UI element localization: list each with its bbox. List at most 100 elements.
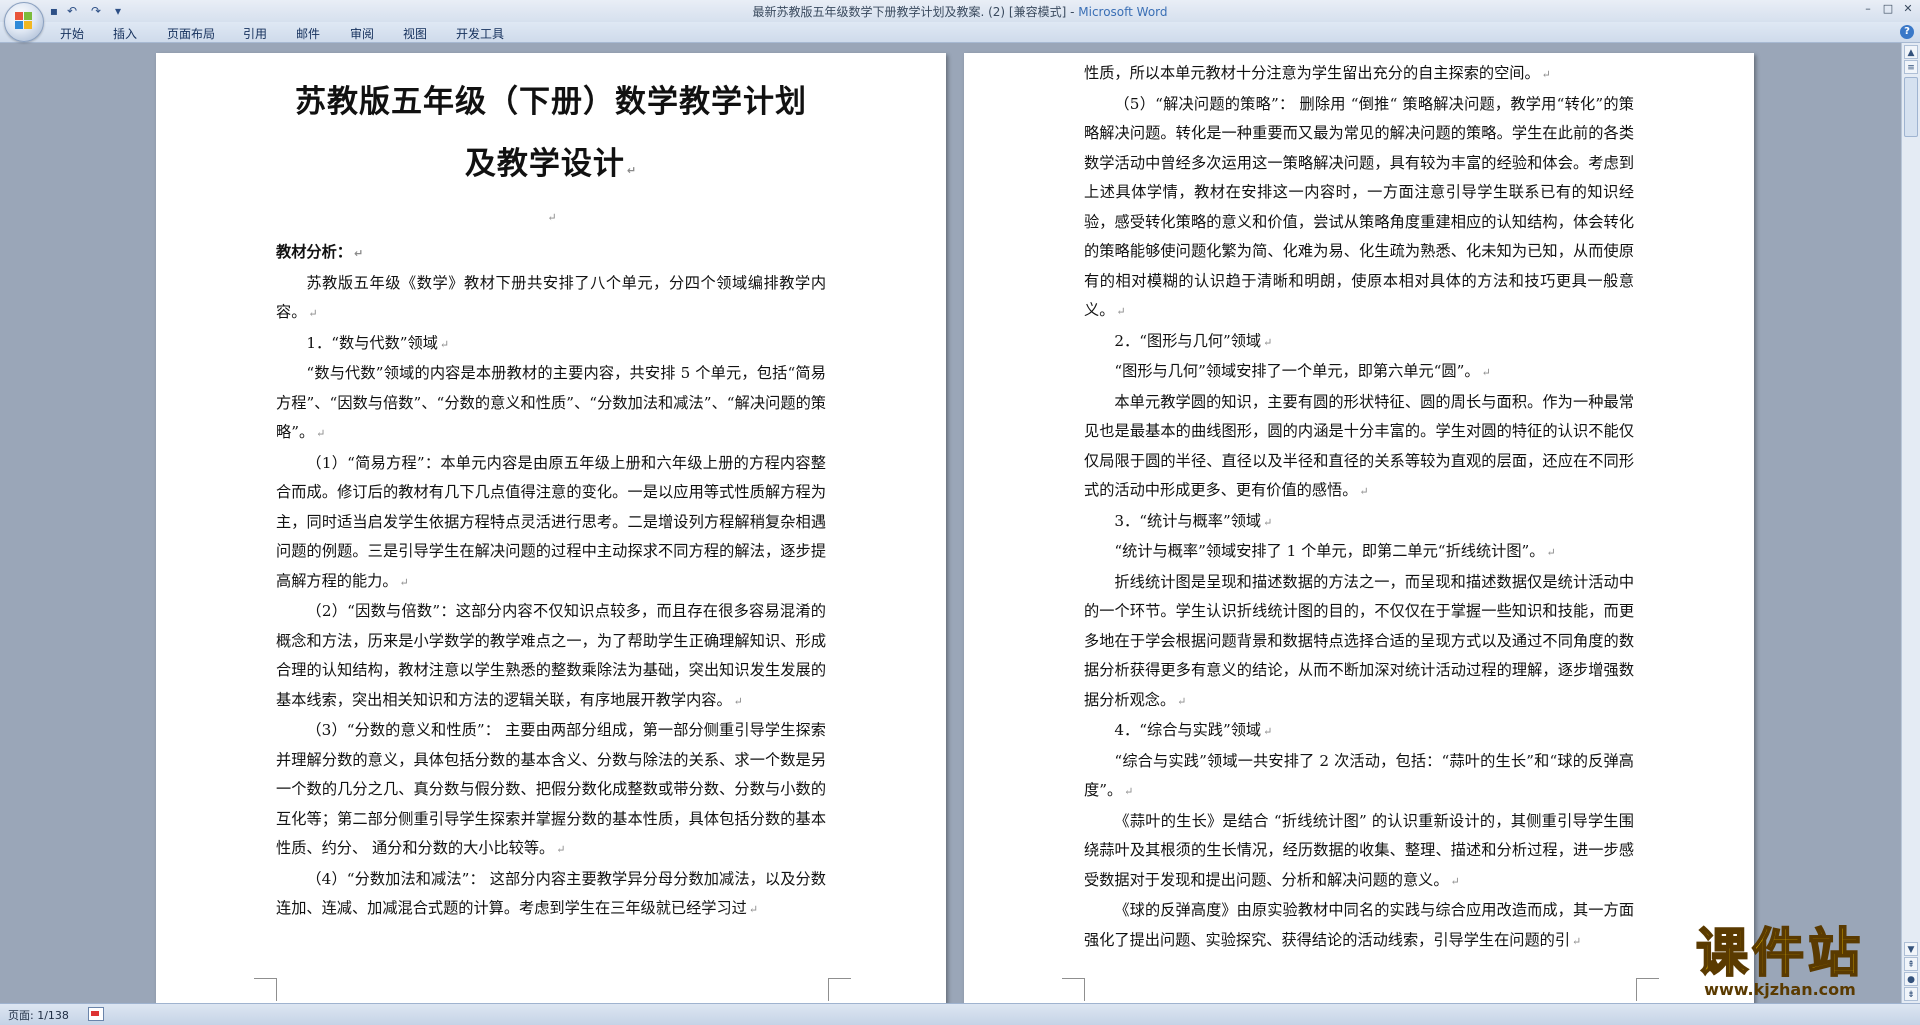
paragraph: 折线统计图是呈现和描述数据的方法之一，而呈现和描述数据仅是统计活动中的一个环节。…	[1084, 568, 1634, 717]
window-title-document: 最新苏教版五年级数学下册教学计划及教案. (2) [兼容模式]	[752, 5, 1067, 19]
document-title-line1: 苏教版五年级（下册）数学教学计划	[295, 84, 807, 120]
window-title: 最新苏教版五年级数学下册教学计划及教案. (2) [兼容模式] - Micros…	[0, 3, 1920, 20]
paragraph-text: “综合与实践”领域一共安排了 2 次活动，包括：“蒜叶的生长”和“球的反弹高度”…	[1084, 751, 1634, 800]
paragraph-text: 折线统计图是呈现和描述数据的方法之一，而呈现和描述数据仅是统计活动中的一个环节。…	[1084, 572, 1634, 709]
scrollbar-thumb[interactable]	[1904, 77, 1918, 137]
close-icon[interactable]: ✕	[1900, 2, 1916, 16]
empty-paragraph: ↵	[276, 202, 826, 232]
paragraph-text: “数与代数”领域的内容是本册教材的主要内容，共安排 5 个单元，包括“简易方程”…	[276, 364, 826, 441]
ribbon-tab[interactable]: 插入	[113, 25, 137, 42]
next-page-icon[interactable]: ⇟	[1904, 987, 1918, 1001]
paragraph-mark-icon: ↵	[353, 247, 364, 260]
ribbon-tab[interactable]: 审阅	[350, 25, 374, 42]
paragraph-mark-icon: ↵	[1263, 725, 1273, 738]
vertical-scrollbar[interactable]: ▲ ≡ ▼ ⇞ ● ⇟	[1901, 43, 1920, 1004]
paragraph: （5）“解决问题的策略”： 删除用 “倒推“ 策略解决问题，教学用“转化”的策略…	[1084, 90, 1634, 327]
minimize-icon[interactable]: –	[1860, 2, 1876, 16]
paragraph: （2）“因数与倍数”：这部分内容不仅知识点较多，而且存在很多容易混淆的概念和方法…	[276, 597, 826, 716]
maximize-icon[interactable]: □	[1880, 2, 1896, 16]
paragraph: （3）“分数的意义和性质”： 主要由两部分组成，第一部分侧重引导学生探索并理解分…	[276, 716, 826, 865]
paragraph-text: 性质，所以本单元教材十分注意为学生留出充分的自主探索的空间。	[1084, 64, 1540, 82]
title-bar: ▪ ↶ ↷ ▾ 最新苏教版五年级数学下册教学计划及教案. (2) [兼容模式] - M…	[0, 0, 1920, 42]
paragraph-mark-icon: ↵	[308, 307, 318, 320]
paragraph: 1．“数与代数”领域 ↵	[276, 329, 826, 360]
paragraph-mark-icon: ↵	[399, 575, 409, 589]
paragraph-mark-icon: ↵	[1263, 335, 1273, 349]
ribbon-tab[interactable]: 页面布局	[167, 25, 215, 42]
help-icon[interactable]: ?	[1900, 25, 1914, 39]
paragraph: 2．“图形与几何”领域 ↵	[1084, 327, 1634, 358]
paragraph-mark-icon: ↵	[748, 903, 759, 916]
paragraph: “数与代数”领域的内容是本册教材的主要内容，共安排 5 个单元，包括“简易方程”…	[276, 359, 826, 449]
paragraph-mark-icon: ↵	[1263, 515, 1273, 529]
crop-mark-bottom-right	[828, 978, 851, 1001]
paragraph-text: 4．“综合与实践”领域	[1114, 721, 1262, 739]
proofing-icon[interactable]	[88, 1007, 104, 1021]
document-title-line2: 及教学设计	[464, 146, 625, 182]
paragraph-mark-icon: ↵	[439, 337, 450, 351]
section-heading: 教材分析： ↵	[276, 238, 826, 269]
ribbon-tab-bar: 开始 插入 页面布局 引用 邮件 审阅 视图 开发工具 ?	[0, 22, 1920, 43]
paragraph-text: “统计与概率”领域安排了 1 个单元，即第二单元“折线统计图”。	[1114, 542, 1545, 560]
paragraph: 《球的反弹高度》由原实验教材中同名的实践与综合应用改造而成，其一方面强化了提出问…	[1084, 896, 1634, 956]
paragraph-text: （1）“简易方程”：本单元内容是由原五年级上册和六年级上册的方程内容整合而成。修…	[276, 453, 826, 590]
paragraph-text: （5）“解决问题的策略”： 删除用 “倒推“ 策略解决问题，教学用“转化”的策略…	[1084, 94, 1634, 320]
status-page-number[interactable]: 页面: 1/138	[8, 1007, 69, 1023]
paragraph: “图形与几何”领域安排了一个单元，即第六单元“圆”。 ↵	[1084, 357, 1634, 388]
crop-mark-bottom-left	[254, 978, 277, 1001]
page-left[interactable]: 苏教版五年级（下册）数学教学计划 及教学设计 ↵ ↵ 教材分析： ↵ 苏教版五年级《数学…	[156, 53, 946, 1004]
paragraph: “综合与实践”领域一共安排了 2 次活动，包括：“蒜叶的生长”和“球的反弹高度”…	[1084, 747, 1634, 807]
paragraph-mark-icon: ↵	[1541, 68, 1551, 81]
crop-mark-bottom-left	[1062, 978, 1085, 1001]
paragraph-text: 2．“图形与几何”领域	[1114, 331, 1262, 350]
paragraph: 性质，所以本单元教材十分注意为学生留出充分的自主探索的空间。 ↵	[1084, 59, 1634, 90]
ribbon-tab[interactable]: 邮件	[296, 25, 320, 42]
page-right[interactable]: 性质，所以本单元教材十分注意为学生留出充分的自主探索的空间。 ↵ （5）“解决问题的…	[964, 53, 1754, 1004]
watermark-title: 课件站	[1695, 924, 1864, 984]
paragraph-text: 《蒜叶的生长》是结合 “折线统计图” 的认识重新设计的，其侧重引导学生围绕蒜叶及…	[1084, 811, 1634, 889]
paragraph-mark-icon: ↵	[1572, 934, 1582, 948]
paragraph-text: 3．“统计与概率”领域	[1114, 511, 1262, 530]
paragraph-mark-icon: ↵	[1116, 305, 1126, 318]
paragraph-mark-icon: ↵	[626, 164, 638, 177]
paragraph-mark-icon: ↵	[1177, 694, 1187, 708]
paragraph-mark-icon: ↵	[547, 211, 557, 224]
paragraph-text: 苏教版五年级《数学》教材下册共安排了八个单元，分四个领域编排教学内容。	[276, 273, 826, 322]
ribbon-tab[interactable]: 视图	[403, 25, 427, 42]
document-title: 苏教版五年级（下册）数学教学计划 及教学设计 ↵	[276, 71, 826, 202]
ribbon-tab[interactable]: 开始	[60, 25, 84, 42]
paragraph-text: 本单元教学圆的知识，主要有圆的形状特征、圆的周长与面积。作为一种最常见也是最基本…	[1084, 392, 1634, 500]
paragraph-mark-icon: ↵	[1359, 485, 1369, 498]
paragraph-text: 1．“数与代数”领域	[306, 333, 438, 352]
paragraph-mark-icon: ↵	[1450, 874, 1460, 888]
paragraph: （4）“分数加法和减法”： 这部分内容主要教学异分母分数加减法，以及分数连加、连…	[276, 865, 826, 925]
select-browse-object-icon[interactable]: ●	[1904, 972, 1918, 986]
previous-page-icon[interactable]: ⇞	[1904, 957, 1918, 971]
document-area: 苏教版五年级（下册）数学教学计划 及教学设计 ↵ ↵ 教材分析： ↵ 苏教版五年级《数学…	[0, 43, 1902, 1004]
paragraph-mark-icon: ↵	[1124, 785, 1134, 798]
ribbon-tab[interactable]: 引用	[243, 25, 267, 42]
office-button[interactable]	[4, 2, 44, 42]
paragraph-text: 《球的反弹高度》由原实验教材中同名的实践与综合应用改造而成，其一方面强化了提出问…	[1084, 901, 1634, 949]
paragraph-text: 教材分析：	[276, 243, 352, 261]
paragraph: “统计与概率”领域安排了 1 个单元，即第二单元“折线统计图”。 ↵	[1084, 537, 1634, 568]
ruler-toggle-icon[interactable]: ≡	[1904, 60, 1918, 74]
scroll-down-icon[interactable]: ▼	[1904, 942, 1918, 956]
scroll-up-icon[interactable]: ▲	[1904, 45, 1918, 59]
window-title-app: Microsoft Word	[1078, 5, 1168, 19]
status-bar: 页面: 1/138	[0, 1003, 1920, 1025]
office-logo-icon	[15, 12, 33, 30]
paragraph-mark-icon: ↵	[733, 694, 743, 708]
paragraph-text: （2）“因数与倍数”：这部分内容不仅知识点较多，而且存在很多容易混淆的概念和方法…	[276, 602, 826, 709]
paragraph: 3．“统计与概率”领域 ↵	[1084, 507, 1634, 538]
paragraph: （1）“简易方程”：本单元内容是由原五年级上册和六年级上册的方程内容整合而成。修…	[276, 449, 826, 598]
window-title-separator: -	[1066, 5, 1079, 19]
page-right-content: 性质，所以本单元教材十分注意为学生留出充分的自主探索的空间。 ↵ （5）“解决问题的…	[1084, 59, 1634, 956]
paragraph: 4．“综合与实践”领域 ↵	[1084, 716, 1634, 747]
paragraph: 苏教版五年级《数学》教材下册共安排了八个单元，分四个领域编排教学内容。 ↵	[276, 269, 826, 329]
paragraph: 本单元教学圆的知识，主要有圆的形状特征、圆的周长与面积。作为一种最常见也是最基本…	[1084, 388, 1634, 507]
paragraph: 《蒜叶的生长》是结合 “折线统计图” 的认识重新设计的，其侧重引导学生围绕蒜叶及…	[1084, 807, 1634, 897]
page-left-content: 苏教版五年级（下册）数学教学计划 及教学设计 ↵ ↵ 教材分析： ↵ 苏教版五年级《数学…	[276, 53, 826, 925]
watermark-logo: 课件站 www.kjzhan.com	[1664, 924, 1896, 999]
ribbon-tab[interactable]: 开发工具	[456, 25, 504, 42]
